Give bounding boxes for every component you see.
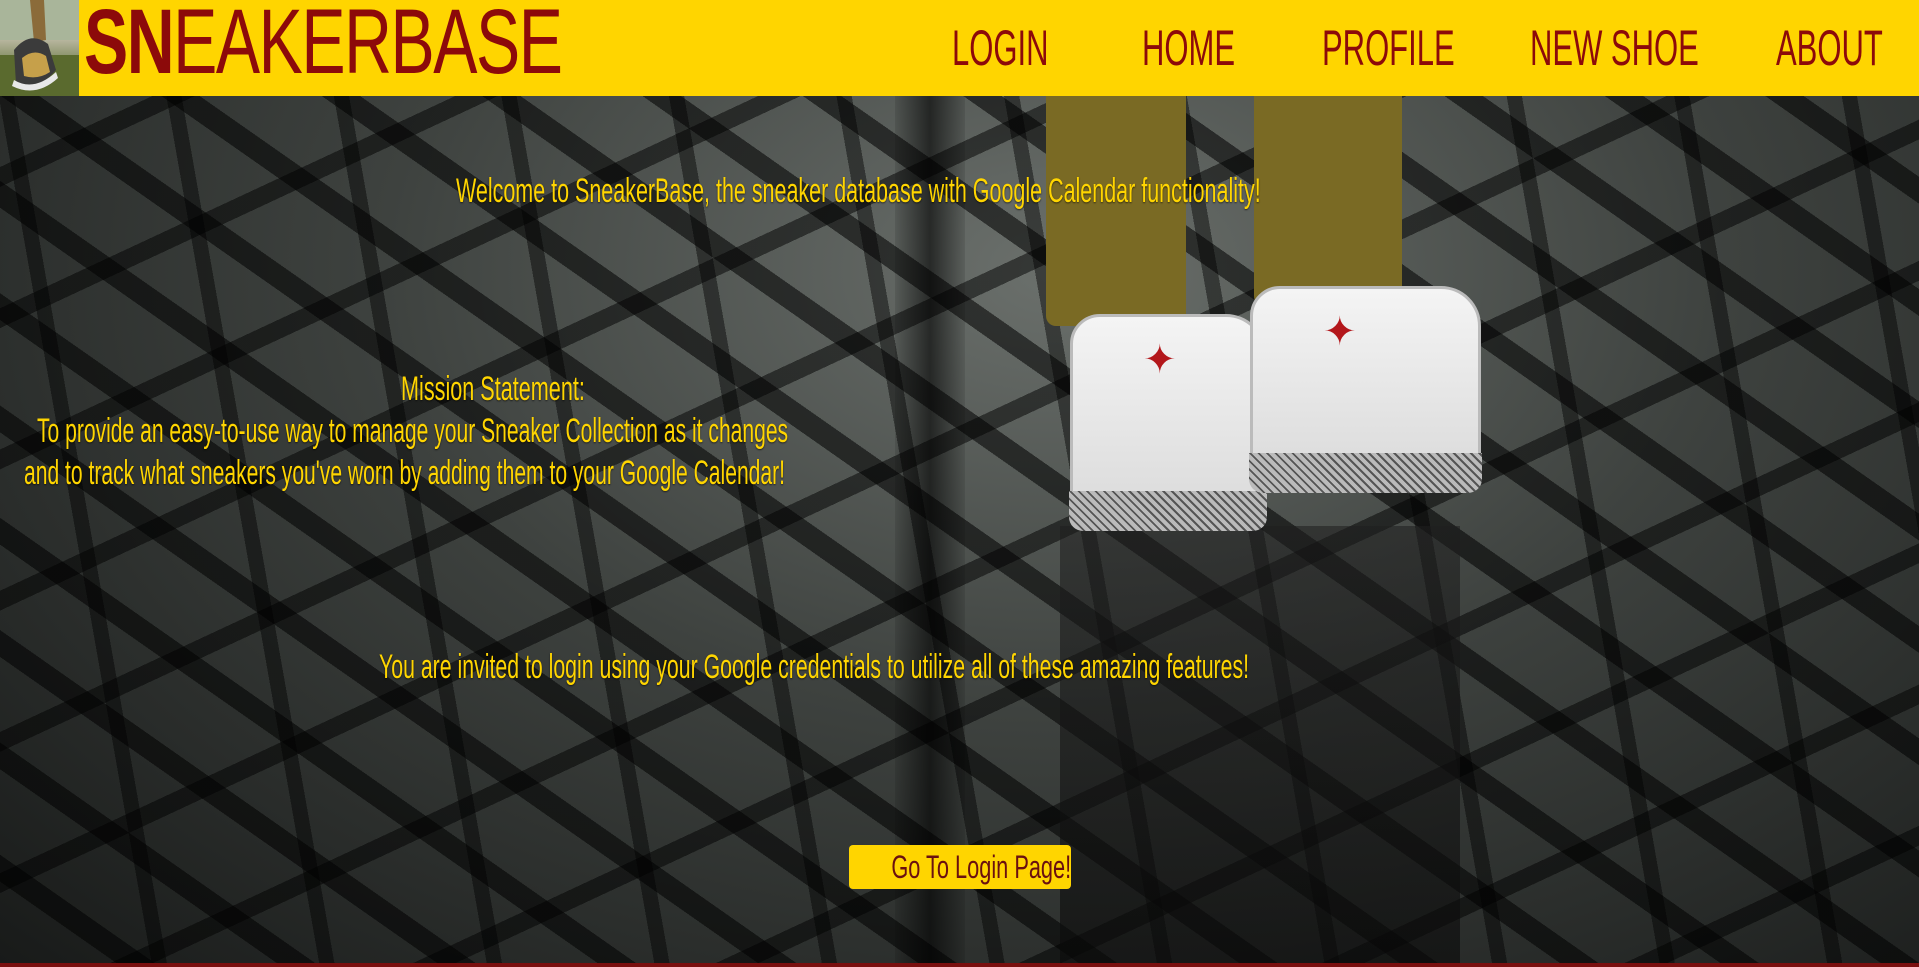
right-leg	[1254, 96, 1402, 306]
jumpman-logo-icon: ✦	[1143, 338, 1177, 382]
sneaker-sole	[1249, 453, 1482, 493]
sneaker-photo-icon	[0, 0, 79, 96]
brand-logo-bold: SN	[84, 0, 175, 93]
go-to-login-label: Go To Login Page!	[891, 848, 1071, 885]
left-leg	[1046, 96, 1186, 326]
welcome-text: Welcome to SneakerBase, the sneaker data…	[456, 172, 1261, 210]
sneaker-sole	[1069, 491, 1267, 531]
nav-profile[interactable]: PROFILE	[1322, 0, 1455, 96]
nav-new-shoe[interactable]: NEW SHOE	[1530, 0, 1699, 96]
sneaker-thumbnail-image[interactable]	[0, 0, 79, 96]
jumpman-logo-icon: ✦	[1323, 310, 1357, 354]
mission-line-2: and to track what sneakers you've worn b…	[24, 454, 785, 492]
nav-home[interactable]: HOME	[1142, 0, 1235, 96]
nav-login[interactable]: LOGIN	[952, 0, 1048, 96]
invite-text: You are invited to login using your Goog…	[379, 648, 1250, 686]
brand-logo-rest: EAKERBASE	[173, 0, 563, 93]
shoe-reflection	[1060, 526, 1460, 966]
brand-logo[interactable]: SNEAKERBASE	[84, 0, 563, 93]
sneaker-hero-figure: ✦ ✦	[1040, 96, 1482, 556]
left-sneaker: ✦	[1069, 314, 1267, 531]
right-sneaker: ✦	[1249, 286, 1482, 493]
mission-title: Mission Statement:	[401, 370, 585, 408]
bottom-border	[0, 963, 1919, 967]
mission-line-1: To provide an easy-to-use way to manage …	[37, 412, 789, 450]
top-nav-bar: SNEAKERBASE LOGIN HOME PROFILE NEW SHOE …	[0, 0, 1919, 96]
hero-background: ✦ ✦	[0, 96, 1919, 967]
nav-about[interactable]: ABOUT	[1776, 0, 1883, 96]
background-beam	[895, 96, 965, 967]
go-to-login-button[interactable]: Go To Login Page!	[849, 845, 1071, 889]
